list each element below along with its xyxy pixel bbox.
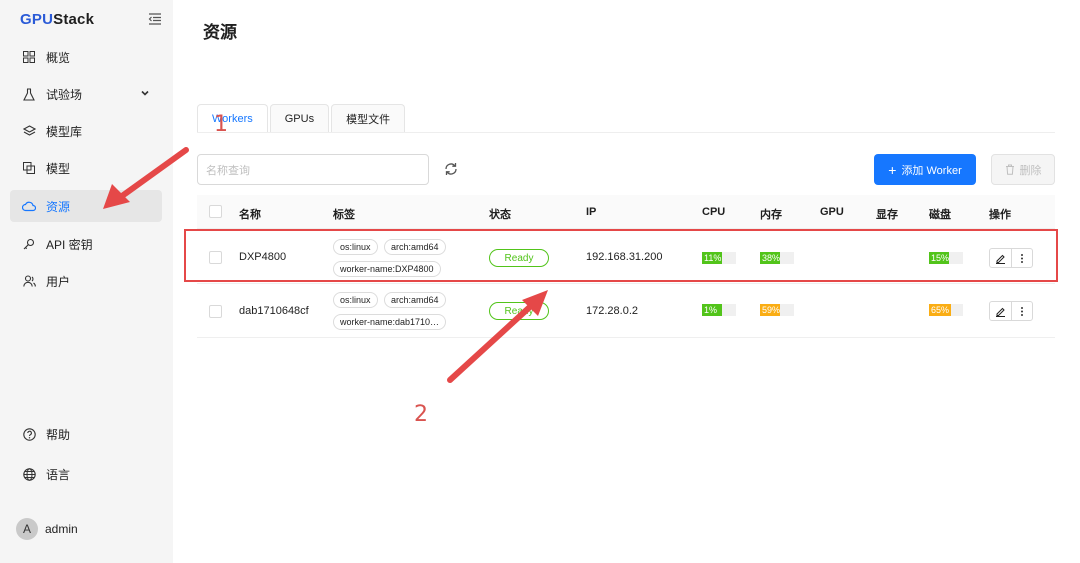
memory-usage-bar: 59% xyxy=(760,304,794,316)
model-icon xyxy=(22,161,36,175)
edit-icon xyxy=(995,307,1005,317)
username: admin xyxy=(45,522,78,536)
layers-icon xyxy=(22,124,36,138)
label-tag: os:linux xyxy=(333,292,378,308)
column-header-disk: 磁盘 xyxy=(929,209,951,221)
tab-divider xyxy=(197,132,1055,133)
cpu-usage-label: 1% xyxy=(704,305,718,315)
table-header: 名称 标签 状态 IP CPU 内存 GPU 显存 磁盘 操作 xyxy=(197,195,1055,229)
add-worker-button[interactable]: + 添加 Worker xyxy=(874,154,976,185)
globe-icon xyxy=(22,467,36,481)
user-menu[interactable]: A admin xyxy=(16,518,78,540)
row-checkbox[interactable] xyxy=(209,305,222,318)
flask-icon xyxy=(22,87,36,101)
users-icon xyxy=(22,274,36,288)
label-tag: worker-name:dab1710… xyxy=(333,314,447,330)
sidebar-item-model-catalog[interactable]: 模型库 xyxy=(10,115,162,147)
label-tag: arch:amd64 xyxy=(384,292,446,308)
sidebar-item-users[interactable]: 用户 xyxy=(10,265,162,297)
more-vertical-icon xyxy=(1020,306,1023,316)
worker-name: dab1710648cf xyxy=(239,305,309,317)
tab-gpus[interactable]: GPUs xyxy=(269,104,330,133)
sidebar-item-api-keys[interactable]: API 密钥 xyxy=(10,228,162,260)
sidebar-item-label: 概览 xyxy=(46,50,71,65)
row-actions xyxy=(989,301,1033,321)
avatar: A xyxy=(16,518,38,540)
sidebar-item-playground[interactable]: 试验场 xyxy=(10,78,162,110)
cpu-usage-bar: 1% xyxy=(702,304,736,316)
help-button[interactable]: 帮助 xyxy=(10,418,162,450)
column-header-status: 状态 xyxy=(489,209,511,221)
sidebar-item-label: API 密钥 xyxy=(46,237,93,252)
tab-model-files[interactable]: 模型文件 xyxy=(331,104,406,133)
status-badge: Ready xyxy=(489,302,549,320)
language-label: 语言 xyxy=(46,467,71,482)
add-worker-label: 添加 Worker xyxy=(901,164,962,177)
app-logo[interactable]: GPUStack xyxy=(20,11,94,28)
highlight-box xyxy=(184,229,1058,282)
select-all-checkbox[interactable] xyxy=(209,205,222,218)
help-label: 帮助 xyxy=(46,427,71,442)
delete-button[interactable]: 删除 xyxy=(991,154,1055,185)
trash-icon xyxy=(1005,164,1014,175)
annotation-number-2: 2 xyxy=(414,402,428,427)
disk-usage-bar: 65% xyxy=(929,304,963,316)
chevron-down-icon[interactable] xyxy=(140,88,150,98)
sidebar-item-models[interactable]: 模型 xyxy=(10,152,162,184)
sidebar-item-label: 模型库 xyxy=(46,124,83,139)
sidebar: GPUStack 概览 试验场 模型库 模型 资源 API 密钥 用户 帮助 语… xyxy=(0,0,173,563)
help-icon xyxy=(22,427,36,441)
tab-bar: Workers GPUs 模型文件 xyxy=(197,104,407,133)
memory-usage-label: 59% xyxy=(762,305,781,315)
sidebar-item-resources[interactable]: 资源 xyxy=(10,190,162,222)
language-button[interactable]: 语言 xyxy=(10,458,162,490)
column-header-cpu: CPU xyxy=(702,206,726,218)
search-input[interactable]: 名称查询 xyxy=(197,154,429,185)
page-title: 资源 xyxy=(203,23,237,42)
column-header-name[interactable]: 名称 xyxy=(239,206,261,222)
collapse-sidebar-icon[interactable] xyxy=(148,12,162,26)
column-header-vram: 显存 xyxy=(876,209,898,221)
dashboard-icon xyxy=(22,50,36,64)
disk-usage-label: 65% xyxy=(931,305,950,315)
sidebar-item-label: 试验场 xyxy=(46,87,83,102)
app-window: GPUStack 概览 试验场 模型库 模型 资源 API 密钥 用户 帮助 语… xyxy=(0,0,1080,563)
column-header-actions: 操作 xyxy=(989,209,1011,221)
sidebar-item-label: 模型 xyxy=(46,161,71,176)
column-header-memory: 内存 xyxy=(760,209,782,221)
plus-icon: + xyxy=(888,161,897,178)
sidebar-item-overview[interactable]: 概览 xyxy=(10,41,162,73)
annotation-number-1: 1 xyxy=(214,112,228,137)
column-header-labels: 标签 xyxy=(333,209,355,221)
sidebar-item-label: 用户 xyxy=(46,274,71,289)
cloud-icon xyxy=(22,199,36,213)
sidebar-item-label: 资源 xyxy=(46,199,71,214)
tab-workers[interactable]: Workers xyxy=(197,104,268,133)
column-header-ip: IP xyxy=(586,206,597,218)
delete-label: 删除 xyxy=(1019,164,1042,177)
refresh-icon[interactable] xyxy=(443,161,459,177)
worker-ip: 172.28.0.2 xyxy=(586,305,638,317)
table-row: dab1710648cf os:linux arch:amd64 worker-… xyxy=(197,284,1055,338)
column-header-gpu: GPU xyxy=(820,206,844,218)
key-icon xyxy=(22,237,36,251)
edit-button[interactable] xyxy=(990,302,1011,320)
more-button[interactable] xyxy=(1010,302,1033,320)
